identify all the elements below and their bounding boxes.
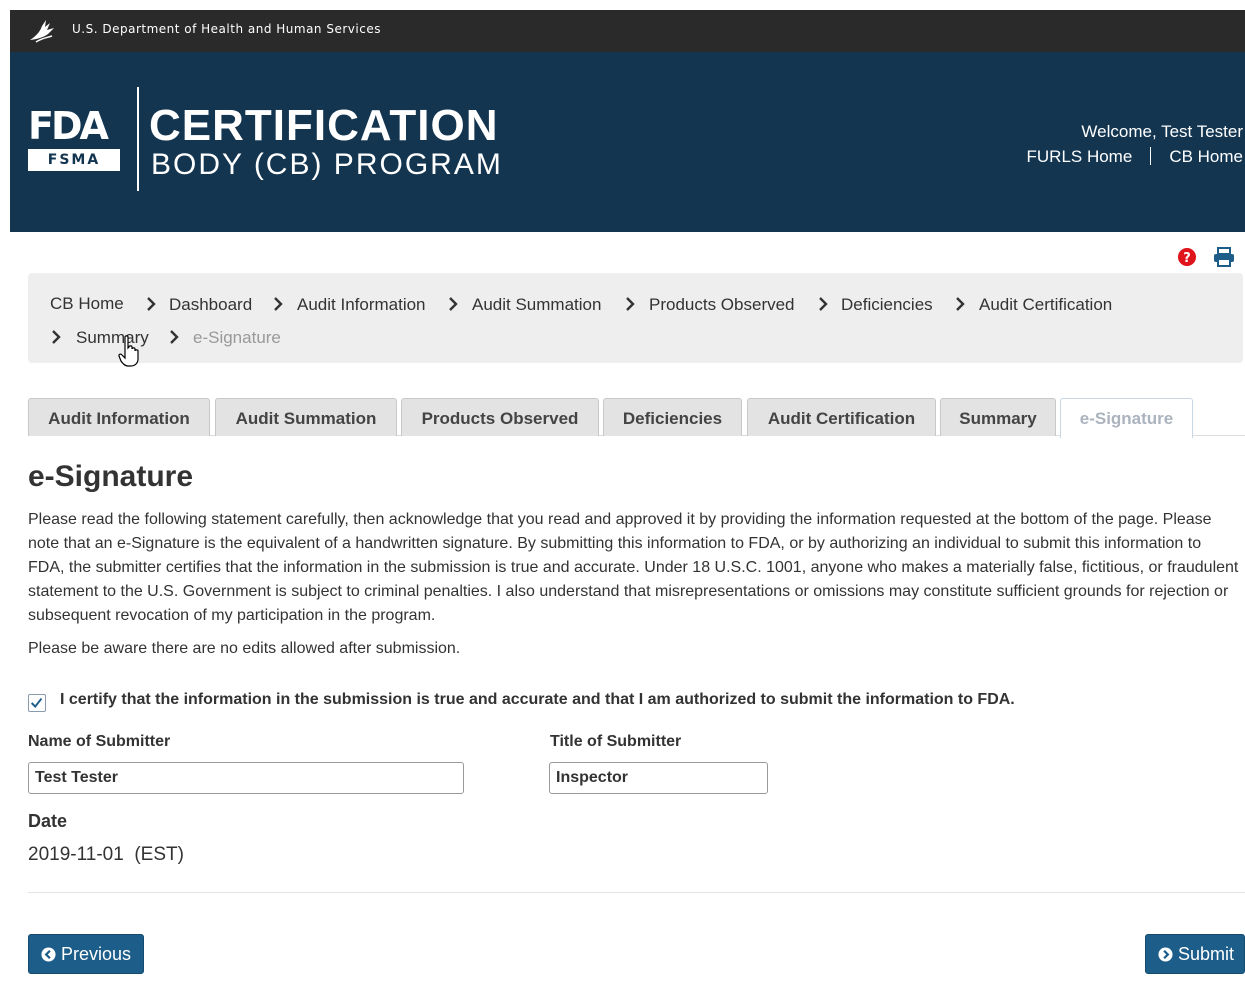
- certify-checkbox[interactable]: [28, 694, 46, 712]
- furls-home-link[interactable]: FURLS Home: [1027, 147, 1133, 166]
- name-of-submitter-input[interactable]: [28, 762, 464, 794]
- cb-home-link[interactable]: CB Home: [1169, 147, 1243, 166]
- checkmark-icon: [30, 697, 43, 709]
- chevron-right-icon: [626, 297, 635, 311]
- welcome-text: Welcome, Test Tester: [1081, 122, 1243, 141]
- chevron-right-icon: [449, 297, 458, 311]
- tab-summary[interactable]: Summary: [940, 398, 1056, 436]
- hhs-bar: U.S. Department of Health and Human Serv…: [10, 10, 1245, 52]
- tab-e-signature[interactable]: e-Signature: [1060, 398, 1193, 438]
- tab-products-observed[interactable]: Products Observed: [401, 398, 599, 436]
- fsma-logo-text: FSMA: [28, 149, 120, 171]
- breadcrumb-audit-summation[interactable]: Audit Summation: [472, 295, 601, 315]
- svg-text:?: ?: [1183, 251, 1191, 266]
- print-icon[interactable]: [1213, 247, 1235, 267]
- date-value: 2019-11-01 (EST): [28, 844, 184, 865]
- breadcrumb: CB Home Dashboard Audit Information Audi…: [28, 273, 1243, 363]
- fda-fsma-logo[interactable]: FDA FSMA: [28, 107, 120, 171]
- chevron-right-circle-icon: [1158, 947, 1173, 962]
- app-frame: U.S. Department of Health and Human Serv…: [10, 10, 1245, 996]
- site-header: FDA FSMA CERTIFICATION BODY (CB) PROGRAM…: [10, 52, 1245, 232]
- certify-row: I certify that the information in the su…: [28, 690, 1228, 714]
- title-of-submitter-input[interactable]: [549, 762, 768, 794]
- chevron-left-circle-icon: [41, 947, 56, 962]
- breadcrumb-cb-home[interactable]: CB Home: [50, 294, 124, 314]
- fda-logo-text: FDA: [28, 104, 109, 148]
- program-title-line2: BODY (CB) PROGRAM: [151, 148, 503, 181]
- breadcrumb-dashboard[interactable]: Dashboard: [169, 295, 252, 315]
- program-title-line1: CERTIFICATION: [149, 101, 499, 150]
- chevron-right-icon: [170, 330, 179, 344]
- help-icon[interactable]: ?: [1177, 247, 1197, 267]
- chevron-right-icon: [274, 297, 283, 311]
- logo-divider: [137, 87, 139, 191]
- date-label: Date: [28, 811, 68, 831]
- divider: [28, 892, 1245, 893]
- header-links: FURLS Home CB Home: [1027, 147, 1243, 167]
- previous-button-label: Previous: [61, 944, 132, 964]
- submit-button-label: Submit: [1178, 944, 1235, 964]
- previous-button[interactable]: Previous: [28, 934, 144, 974]
- breadcrumb-audit-certification[interactable]: Audit Certification: [979, 295, 1112, 315]
- tab-audit-information[interactable]: Audit Information: [28, 398, 210, 436]
- chevron-right-icon: [147, 297, 156, 311]
- breadcrumb-e-signature: e-Signature: [193, 328, 281, 347]
- hhs-eagle-icon: [30, 20, 54, 43]
- chevron-right-icon: [819, 297, 828, 311]
- tab-deficiencies[interactable]: Deficiencies: [603, 398, 742, 436]
- title-of-submitter-label: Title of Submitter: [550, 733, 682, 750]
- page-title: e-Signature: [28, 460, 194, 493]
- link-separator: [1150, 147, 1152, 165]
- no-edits-notice: Please be aware there are no edits allow…: [28, 640, 461, 657]
- signature-statement: Please read the following statement care…: [28, 511, 1239, 624]
- breadcrumb-products-observed[interactable]: Products Observed: [649, 295, 795, 315]
- breadcrumb-deficiencies[interactable]: Deficiencies: [841, 295, 933, 315]
- name-of-submitter-label: Name of Submitter: [28, 733, 171, 750]
- hand-cursor-icon: [118, 335, 139, 367]
- step-tabs: Audit Information Audit Summation Produc…: [28, 398, 1245, 438]
- tab-audit-certification[interactable]: Audit Certification: [747, 398, 936, 436]
- chevron-right-icon: [956, 297, 965, 311]
- tab-audit-summation[interactable]: Audit Summation: [215, 398, 397, 436]
- certify-label[interactable]: I certify that the information in the su…: [60, 691, 1015, 709]
- breadcrumb-audit-information[interactable]: Audit Information: [297, 295, 426, 315]
- chevron-right-icon: [52, 330, 61, 344]
- hhs-title[interactable]: U.S. Department of Health and Human Serv…: [72, 22, 381, 36]
- submit-button[interactable]: Submit: [1145, 934, 1245, 974]
